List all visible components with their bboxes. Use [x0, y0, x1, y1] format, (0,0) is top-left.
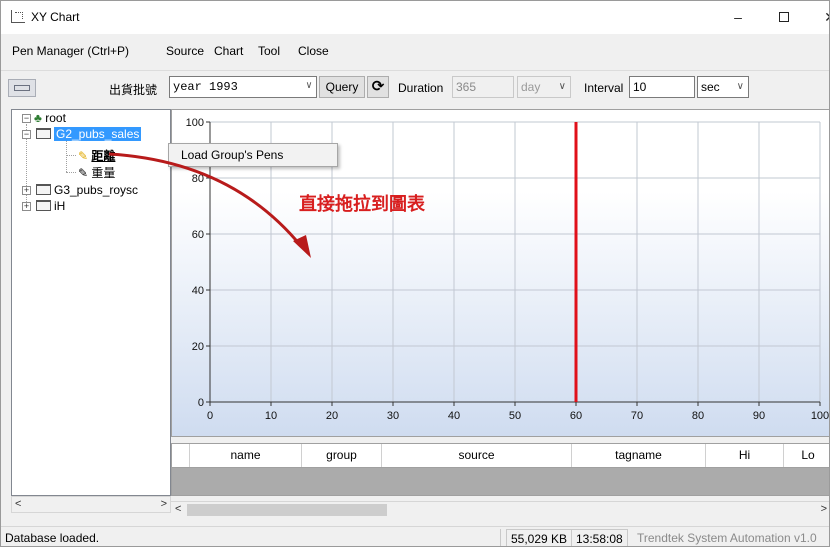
duration-label: Duration — [398, 81, 444, 95]
batch-label: 出貨批號 — [109, 83, 158, 97]
status-memory: 55,029 KB — [506, 529, 573, 546]
chevron-down-icon: ∨ — [558, 81, 566, 92]
scroll-right-icon[interactable]: > — [821, 503, 827, 515]
context-menu: Load Group's Pens — [168, 143, 338, 167]
expand-icon[interactable]: + — [22, 186, 31, 195]
menu-tool[interactable]: Tool — [258, 44, 280, 58]
y-tick-label: 60 — [192, 229, 204, 241]
y-tick-label: 40 — [192, 285, 204, 297]
tree-group-label: iH — [54, 199, 66, 213]
title-bar: XY Chart – ✕ — [1, 1, 829, 34]
chevron-down-icon: ∨ — [736, 81, 744, 92]
tree-scrollbar[interactable]: < > — [11, 496, 171, 513]
query-button[interactable]: Query — [319, 76, 365, 98]
menu-chart[interactable]: Chart — [214, 44, 243, 58]
duration-unit-value: day — [521, 80, 541, 94]
tree-group-label: G3_pubs_roysc — [54, 183, 139, 197]
y-tick-label: 0 — [198, 397, 204, 409]
collapse-icon[interactable]: − — [22, 114, 31, 123]
window-title: XY Chart — [31, 10, 80, 24]
batch-select-value: year 1993 — [173, 80, 238, 94]
pencil-icon: ✎ — [78, 149, 89, 163]
maximize-icon — [779, 12, 789, 22]
tree-group-label: G2_pubs_sales — [54, 127, 142, 141]
tree-pen-label: 重量 — [91, 166, 116, 180]
folder-icon — [36, 200, 51, 211]
x-tick-label: 40 — [448, 410, 460, 422]
tree-pen-distance[interactable]: ✎ 距離 — [78, 148, 115, 164]
pen-table: name group source tagname Hi Lo — [171, 443, 829, 496]
interval-field[interactable]: 10 — [629, 76, 695, 98]
load-group-pens-menu-item[interactable]: Load Group's Pens — [181, 148, 283, 162]
tree-icon: ♣ — [34, 111, 42, 125]
y-tick-label: 20 — [192, 341, 204, 353]
interval-unit-value: sec — [701, 80, 720, 94]
expand-icon[interactable]: + — [22, 202, 31, 211]
scroll-right-icon[interactable]: > — [161, 498, 167, 510]
folder-icon — [36, 128, 51, 139]
folder-icon — [36, 184, 51, 195]
tree-group-ih[interactable]: iH — [36, 198, 65, 214]
column-header-source[interactable]: source — [382, 444, 572, 467]
x-tick-label: 90 — [753, 410, 765, 422]
duration-unit-select[interactable]: day ∨ — [517, 76, 571, 98]
interval-unit-select[interactable]: sec ∨ — [697, 76, 749, 98]
menu-close[interactable]: Close — [298, 44, 329, 58]
menu-bar: Pen Manager (Ctrl+P) Source Chart Tool C… — [1, 41, 829, 63]
status-bar: Database loaded. 55,029 KB 13:58:08 Tren… — [1, 526, 829, 546]
drag-instruction-text: 直接拖拉到圖表 — [299, 194, 425, 215]
column-header-lo[interactable]: Lo — [784, 444, 829, 467]
keyboard-icon[interactable] — [8, 79, 36, 97]
status-message: Database loaded. — [1, 529, 501, 546]
status-company: Trendtek System Automation v1.0 — [637, 531, 817, 545]
menu-source[interactable]: Source — [166, 44, 204, 58]
menu-pen-manager[interactable]: Pen Manager (Ctrl+P) — [12, 44, 129, 58]
x-tick-label: 0 — [207, 410, 213, 422]
x-tick-label: 100 — [811, 410, 829, 422]
x-tick-label: 10 — [265, 410, 277, 422]
x-tick-label: 30 — [387, 410, 399, 422]
pen-tree: − ♣ root − G2_pubs_sales ✎ 距離 ✎ 重量 + G3_… — [11, 109, 171, 496]
scroll-left-icon[interactable]: < — [15, 498, 21, 510]
xy-chart-window: XY Chart – ✕ Pen Manager (Ctrl+P) Source… — [0, 0, 830, 547]
x-tick-label: 20 — [326, 410, 338, 422]
x-tick-label: 50 — [509, 410, 521, 422]
collapse-icon[interactable]: − — [22, 130, 31, 139]
column-header-tagname[interactable]: tagname — [572, 444, 706, 467]
column-header-name[interactable]: name — [190, 444, 302, 467]
tree-pen-weight[interactable]: ✎ 重量 — [78, 165, 115, 181]
duration-field[interactable]: 365 — [452, 76, 514, 98]
table-scrollbar[interactable]: < > — [171, 501, 829, 518]
column-header-group[interactable]: group — [302, 444, 382, 467]
minimize-button[interactable]: – — [715, 1, 761, 34]
toolbar: 出貨批號 year 1993 ∨ Query ⟳ Duration 365 da… — [1, 70, 829, 104]
maximize-button[interactable] — [761, 1, 807, 34]
column-header-hi[interactable]: Hi — [706, 444, 784, 467]
x-tick-label: 70 — [631, 410, 643, 422]
scroll-thumb[interactable] — [187, 504, 387, 516]
batch-select[interactable]: year 1993 ∨ — [169, 76, 317, 98]
interval-label: Interval — [584, 81, 624, 95]
refresh-icon[interactable]: ⟳ — [367, 76, 389, 98]
pencil-icon: ✎ — [78, 166, 89, 180]
tree-root-label: root — [45, 111, 66, 125]
tree-group-g3[interactable]: G3_pubs_roysc — [36, 182, 138, 198]
tree-group-g2[interactable]: G2_pubs_sales — [36, 126, 142, 142]
y-tick-label: 80 — [192, 173, 204, 185]
tree-root[interactable]: ♣ root — [34, 110, 66, 126]
scroll-left-icon[interactable]: < — [175, 503, 181, 515]
status-time: 13:58:08 — [571, 529, 628, 546]
close-button[interactable]: ✕ — [807, 1, 829, 34]
x-tick-label: 60 — [570, 410, 582, 422]
chevron-down-icon: ∨ — [305, 81, 312, 92]
chart-app-icon — [11, 10, 25, 23]
tree-pen-label: 距離 — [91, 149, 116, 163]
table-header: name group source tagname Hi Lo — [172, 444, 829, 468]
x-tick-label: 80 — [692, 410, 704, 422]
y-tick-label: 100 — [186, 117, 204, 129]
